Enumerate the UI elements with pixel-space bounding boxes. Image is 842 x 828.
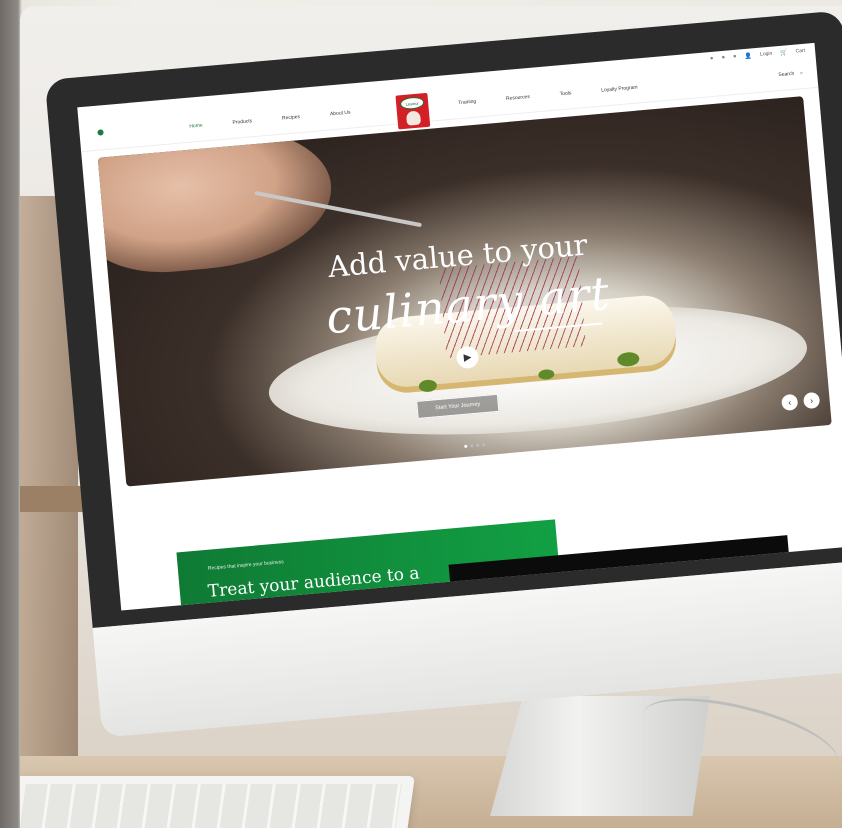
nav-right-group: Training Resources Tools Loyalty Program bbox=[458, 84, 638, 106]
social-icon[interactable]: ● bbox=[721, 55, 725, 61]
nav-item-resources[interactable]: Resources bbox=[506, 94, 530, 102]
nav-item-loyalty[interactable]: Loyalty Program bbox=[601, 84, 638, 93]
chevron-right-icon[interactable]: › bbox=[802, 391, 821, 410]
user-icon[interactable]: 👤 bbox=[744, 52, 752, 60]
photo-scene: ● ● ● 👤 Login 🛒 Cart Home Products Recip… bbox=[0, 0, 842, 828]
brand-logo[interactable]: Lesieur bbox=[395, 92, 431, 130]
carousel-dot[interactable] bbox=[482, 443, 486, 447]
chevron-left-icon[interactable]: ‹ bbox=[781, 393, 799, 412]
nav-left-group: Home Products Recipes About Us bbox=[189, 110, 351, 130]
social-icon[interactable]: ● bbox=[733, 54, 737, 60]
hero-banner: Add value to your culinary art ▶ Start Y… bbox=[97, 96, 832, 487]
carousel-arrows: ‹ › bbox=[781, 391, 821, 412]
globe-icon bbox=[97, 129, 104, 136]
nav-item-about[interactable]: About Us bbox=[330, 110, 351, 118]
carousel-dot[interactable] bbox=[464, 444, 468, 448]
nav-item-tools[interactable]: Tools bbox=[559, 90, 571, 97]
language-selector[interactable] bbox=[97, 129, 104, 136]
cart-link[interactable]: Cart bbox=[795, 48, 805, 55]
promo-kicker: Recipes that inspire your business bbox=[207, 559, 285, 572]
carousel-dots bbox=[464, 443, 486, 448]
search-label[interactable]: Search bbox=[778, 71, 794, 78]
login-link[interactable]: Login bbox=[760, 51, 773, 58]
nav-item-training[interactable]: Training bbox=[458, 99, 476, 107]
nav-item-home[interactable]: Home bbox=[189, 123, 203, 130]
social-icon[interactable]: ● bbox=[710, 56, 714, 62]
website-screen: ● ● ● 👤 Login 🛒 Cart Home Products Recip… bbox=[77, 42, 842, 611]
nav-item-recipes[interactable]: Recipes bbox=[282, 114, 301, 122]
search-area[interactable]: Search ⌕ bbox=[778, 70, 803, 78]
chef-illustration bbox=[405, 110, 422, 126]
logo-wordmark: Lesieur bbox=[399, 96, 425, 111]
keyboard bbox=[20, 776, 415, 828]
carousel-dot[interactable] bbox=[476, 443, 480, 447]
nav-item-products[interactable]: Products bbox=[232, 118, 252, 126]
cart-icon[interactable]: 🛒 bbox=[780, 49, 788, 57]
carousel-dot[interactable] bbox=[470, 444, 474, 448]
desktop-monitor: ● ● ● 👤 Login 🛒 Cart Home Products Recip… bbox=[44, 10, 842, 738]
search-icon[interactable]: ⌕ bbox=[800, 70, 803, 76]
